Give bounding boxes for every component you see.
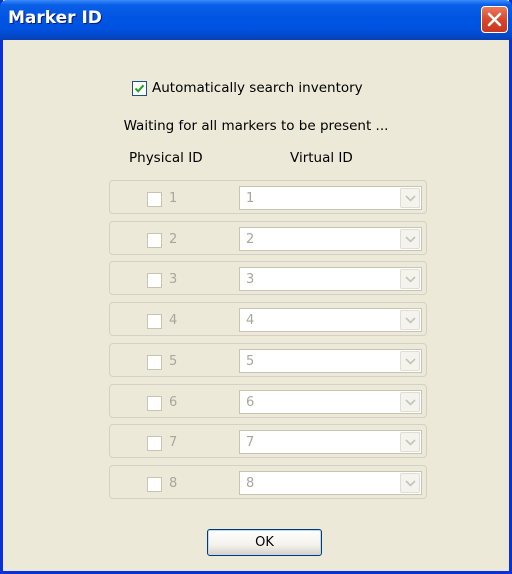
virtual-id-select[interactable]: 8 xyxy=(239,471,422,495)
physical-id-label: 1 xyxy=(169,191,178,206)
title-bar[interactable]: Marker ID xyxy=(0,0,512,40)
physical-id-checkbox[interactable] xyxy=(147,192,162,207)
chevron-down-icon xyxy=(405,195,416,202)
chevron-down-icon xyxy=(405,236,416,243)
physical-id-checkbox[interactable] xyxy=(147,477,162,492)
ok-button[interactable]: OK xyxy=(207,529,322,556)
virtual-id-select[interactable]: 7 xyxy=(239,430,422,454)
physical-id-label: 7 xyxy=(169,435,178,450)
virtual-id-value: 2 xyxy=(246,232,255,247)
physical-id-checkbox[interactable] xyxy=(147,273,162,288)
marker-row-3: 3 3 xyxy=(109,261,427,295)
marker-row-5: 5 5 xyxy=(109,343,427,377)
physical-id-label: 5 xyxy=(169,354,178,369)
physical-id-checkbox[interactable] xyxy=(147,314,162,329)
physical-id-label: 3 xyxy=(169,272,178,287)
virtual-id-value: 8 xyxy=(246,476,255,491)
dropdown-button[interactable] xyxy=(400,473,420,493)
dropdown-button[interactable] xyxy=(400,269,420,289)
virtual-id-select[interactable]: 6 xyxy=(239,390,422,414)
close-button[interactable] xyxy=(481,6,508,33)
dropdown-button[interactable] xyxy=(400,310,420,330)
physical-id-checkbox[interactable] xyxy=(147,355,162,370)
marker-row-6: 6 6 xyxy=(109,384,427,418)
marker-row-4: 4 4 xyxy=(109,302,427,336)
physical-id-label: 8 xyxy=(169,476,178,491)
virtual-id-value: 1 xyxy=(246,191,255,206)
virtual-id-select[interactable]: 4 xyxy=(239,308,422,332)
virtual-id-value: 7 xyxy=(246,435,255,450)
virtual-id-select[interactable]: 3 xyxy=(239,267,422,291)
close-icon xyxy=(487,12,502,27)
physical-id-checkbox[interactable] xyxy=(147,436,162,451)
auto-search-option[interactable]: Automatically search inventory xyxy=(132,79,363,97)
chevron-down-icon xyxy=(405,358,416,365)
chevron-down-icon xyxy=(405,276,416,283)
virtual-id-select[interactable]: 1 xyxy=(239,186,422,210)
dropdown-button[interactable] xyxy=(400,229,420,249)
marker-row-7: 7 7 xyxy=(109,424,427,458)
virtual-id-value: 5 xyxy=(246,354,255,369)
checkmark-icon xyxy=(134,84,145,93)
virtual-id-select[interactable]: 2 xyxy=(239,227,422,251)
chevron-down-icon xyxy=(405,480,416,487)
auto-search-label[interactable]: Automatically search inventory xyxy=(152,80,363,96)
auto-search-checkbox[interactable] xyxy=(132,80,147,96)
chevron-down-icon xyxy=(405,317,416,324)
dropdown-button[interactable] xyxy=(400,392,420,412)
status-message: Waiting for all markers to be present ..… xyxy=(123,118,389,134)
physical-id-header: Physical ID xyxy=(129,150,203,166)
physical-id-label: 4 xyxy=(169,313,178,328)
dropdown-button[interactable] xyxy=(400,432,420,452)
marker-id-dialog: Marker ID Automatically search inventory… xyxy=(0,0,512,574)
virtual-id-select[interactable]: 5 xyxy=(239,349,422,373)
marker-row-1: 1 1 xyxy=(109,180,427,214)
physical-id-checkbox[interactable] xyxy=(147,396,162,411)
dropdown-button[interactable] xyxy=(400,351,420,371)
physical-id-label: 6 xyxy=(169,395,178,410)
physical-id-label: 2 xyxy=(169,232,178,247)
virtual-id-value: 4 xyxy=(246,313,255,328)
marker-row-2: 2 2 xyxy=(109,221,427,255)
virtual-id-header: Virtual ID xyxy=(290,150,353,166)
chevron-down-icon xyxy=(405,399,416,406)
virtual-id-value: 3 xyxy=(246,272,255,287)
window-title: Marker ID xyxy=(8,8,102,28)
dropdown-button[interactable] xyxy=(400,188,420,208)
chevron-down-icon xyxy=(405,439,416,446)
virtual-id-value: 6 xyxy=(246,395,255,410)
physical-id-checkbox[interactable] xyxy=(147,233,162,248)
marker-row-8: 8 8 xyxy=(109,465,427,499)
